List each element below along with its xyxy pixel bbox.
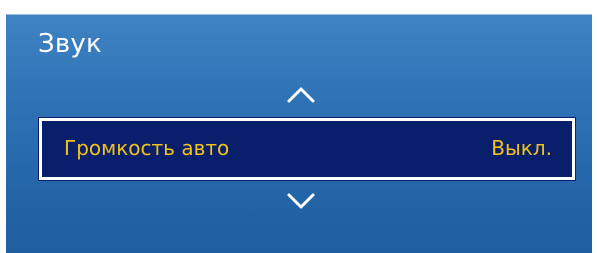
menu-title: Звук xyxy=(38,29,102,59)
menu-item-auto-volume[interactable]: Громкость авто Выкл. xyxy=(38,117,576,181)
sound-menu-panel: Звук Громкость авто Выкл. xyxy=(6,14,592,253)
menu-item-label: Громкость авто xyxy=(64,136,230,160)
menu-item-value: Выкл. xyxy=(491,136,552,160)
chevron-up-icon[interactable] xyxy=(286,85,316,105)
chevron-down-icon[interactable] xyxy=(286,191,316,211)
